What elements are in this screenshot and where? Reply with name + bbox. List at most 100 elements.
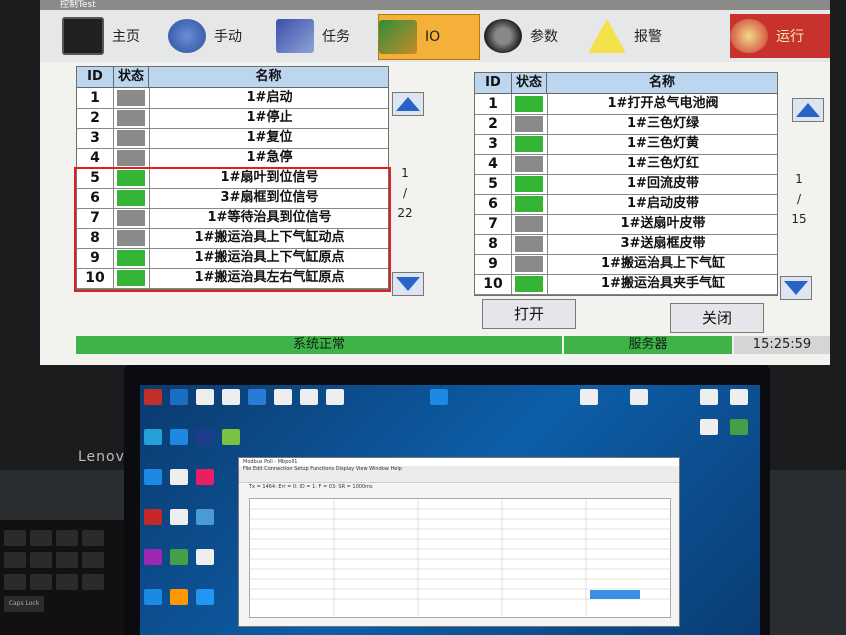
row-id: 1 [475, 94, 512, 114]
register-grid [249, 498, 671, 618]
table-row[interactable]: 4 1#急停 [77, 148, 388, 169]
table-row[interactable]: 6 1#启动皮带 [475, 194, 777, 215]
row-id: 3 [475, 134, 512, 154]
state-indicator [117, 130, 145, 146]
modbus-poll-window[interactable]: Modbus Poll - Mbpoll1 File Edit Connecti… [238, 457, 680, 627]
state-indicator [515, 216, 543, 232]
page-total-right: 15 [791, 212, 807, 226]
table-row[interactable]: 10 1#搬运治具夹手气缸 [475, 274, 777, 295]
scroll-down-button[interactable] [392, 272, 424, 296]
table-row[interactable]: 5 1#回流皮带 [475, 174, 777, 195]
app-icon [144, 549, 162, 565]
app-icon [300, 389, 318, 405]
table-row[interactable]: 3 1#三色灯黄 [475, 134, 777, 155]
row-id: 2 [77, 108, 114, 128]
state-indicator [117, 110, 145, 126]
app-icon [274, 389, 292, 405]
app-icon [170, 589, 188, 605]
table-row[interactable]: 2 1#三色灯绿 [475, 114, 777, 135]
grid-lines [250, 499, 670, 617]
menu-bar: File Edit Connection Setup Functions Dis… [239, 466, 679, 483]
row-name: 1#停止 [149, 108, 389, 128]
state-indicator [515, 176, 543, 192]
server-status: 服务器 [564, 336, 732, 354]
nav-tasks[interactable]: 任务 [276, 14, 376, 58]
key [56, 552, 78, 568]
header-name: 名称 [255, 69, 282, 84]
row-name: 1#搬运治具夹手气缸 [547, 274, 778, 294]
key [4, 552, 26, 568]
app-icon [170, 429, 188, 445]
app-icon [196, 509, 214, 525]
app-icon [222, 429, 240, 445]
arrow-down-icon [784, 281, 808, 295]
row-name: 1#送扇叶皮带 [547, 214, 778, 234]
nav-io[interactable]: IO [378, 14, 480, 60]
row-name: 1#打开总气电池阀 [547, 94, 778, 114]
close-button[interactable]: 关闭 [670, 303, 764, 333]
nav-manual-label: 手动 [214, 29, 242, 45]
key [56, 530, 78, 546]
scroll-up-button[interactable] [392, 92, 424, 116]
app-icon [430, 389, 448, 405]
header-state: 状态 [114, 67, 149, 87]
state-indicator [515, 136, 543, 152]
row-id: 3 [77, 128, 114, 148]
state-indicator [117, 90, 145, 106]
arrow-down-icon [396, 277, 420, 291]
gear-icon [484, 19, 522, 53]
page-current: 1 [401, 166, 409, 180]
key [82, 530, 104, 546]
state-indicator [515, 276, 543, 292]
key [30, 552, 52, 568]
header-id: ID [475, 73, 512, 93]
key [82, 552, 104, 568]
app-icon [144, 469, 162, 485]
nav-run-label: 运行 [776, 29, 804, 45]
nav-tasks-label: 任务 [322, 29, 350, 45]
nav-bar: 主页 手动 任务 IO 参数 报警 运行 [40, 10, 830, 62]
scroll-down-button-right[interactable] [780, 276, 812, 300]
app-icon [196, 429, 214, 445]
page-separator: / [402, 186, 408, 200]
laptop-window-title: Modbus Poll - Mbpoll1 [239, 458, 679, 466]
row-id: 4 [475, 154, 512, 174]
caps-lock-key: Caps Lock [4, 596, 44, 612]
table-header: ID 状态 名称 [77, 67, 388, 88]
app-icon [196, 389, 214, 405]
header-name: 名称 [648, 75, 675, 90]
menu-items: File Edit Connection Setup Functions Dis… [243, 466, 402, 472]
table-row[interactable]: 1 1#打开总气电池阀 [475, 94, 777, 115]
nav-manual[interactable]: 手动 [168, 14, 268, 58]
app-icon [196, 549, 214, 565]
nav-home[interactable]: 主页 [62, 14, 162, 58]
desktop: Modbus Poll - Mbpoll1 File Edit Connecti… [140, 385, 760, 635]
nav-params-label: 参数 [530, 29, 558, 45]
table-row[interactable]: 3 1#复位 [77, 128, 388, 149]
warning-icon [588, 19, 626, 53]
page-separator-right: / [796, 192, 802, 206]
nav-alarm[interactable]: 报警 [588, 14, 688, 58]
table-row[interactable]: 7 1#送扇叶皮带 [475, 214, 777, 235]
table-row[interactable]: 9 1#搬运治具上下气缸 [475, 254, 777, 275]
table-row[interactable]: 4 1#三色灯红 [475, 154, 777, 175]
row-name: 1#启动 [149, 88, 389, 108]
table-row[interactable]: 8 3#送扇框皮带 [475, 234, 777, 255]
app-icon [170, 509, 188, 525]
state-indicator [117, 150, 145, 166]
app-icon [580, 389, 598, 405]
app-icon [700, 389, 718, 405]
app-icon [144, 509, 162, 525]
laptop: Modbus Poll - Mbpoll1 File Edit Connecti… [124, 365, 770, 635]
io-icon [379, 20, 417, 54]
nav-run[interactable]: 运行 [730, 14, 830, 58]
open-button[interactable]: 打开 [482, 299, 576, 329]
page-current-right: 1 [795, 172, 803, 186]
app-icon [630, 389, 648, 405]
scroll-up-button-right[interactable] [792, 98, 824, 122]
table-header: ID 状态 名称 [475, 73, 777, 94]
table-row[interactable]: 2 1#停止 [77, 108, 388, 129]
nav-params[interactable]: 参数 [484, 14, 584, 58]
app-icon [144, 389, 162, 405]
table-row[interactable]: 1 1#启动 [77, 88, 388, 109]
